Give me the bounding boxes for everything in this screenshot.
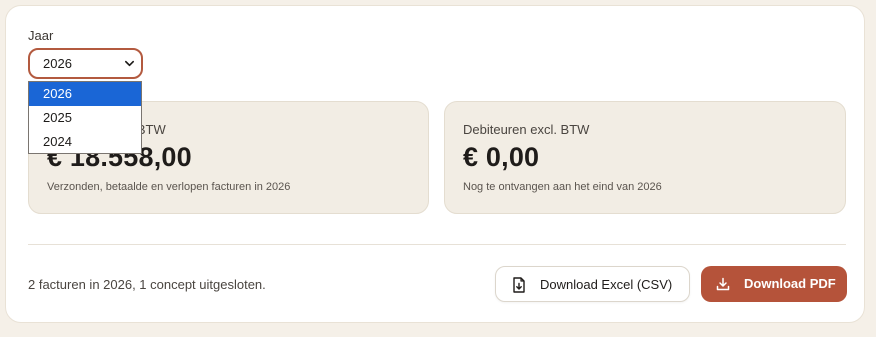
receivables-card-value: € 0,00 (463, 142, 540, 172)
year-select-value: 2026 (43, 56, 72, 71)
year-option-2025[interactable]: 2025 (29, 106, 141, 130)
year-select[interactable]: 2026 (28, 48, 143, 79)
revenue-card-subtitle: Verzonden, betaalde en verlopen facturen… (47, 181, 291, 193)
download-icon (716, 277, 730, 291)
chevron-down-icon (125, 60, 134, 67)
download-csv-label: Download Excel (CSV) (540, 277, 673, 292)
year-label: Jaar (28, 28, 54, 43)
year-dropdown-list: 2026 2025 2024 (28, 81, 142, 154)
year-option-2024[interactable]: 2024 (29, 130, 141, 154)
receivables-card-subtitle: Nog te ontvangen aan het eind van 2026 (463, 181, 662, 193)
invoice-summary: 2 facturen in 2026, 1 concept uitgeslote… (28, 277, 266, 292)
download-pdf-label: Download PDF (744, 276, 836, 291)
year-option-2026[interactable]: 2026 (29, 82, 141, 106)
file-download-icon (513, 277, 525, 293)
download-pdf-button[interactable]: Download PDF (701, 266, 847, 302)
receivables-card-title: Debiteuren excl. BTW (463, 122, 590, 137)
report-panel: Jaar 2026 ecl. BTW € 18.558,00 Verzonden… (5, 5, 865, 323)
divider (28, 244, 846, 245)
receivables-card: Debiteuren excl. BTW € 0,00 Nog te ontva… (444, 101, 846, 214)
download-csv-button[interactable]: Download Excel (CSV) (495, 266, 690, 302)
